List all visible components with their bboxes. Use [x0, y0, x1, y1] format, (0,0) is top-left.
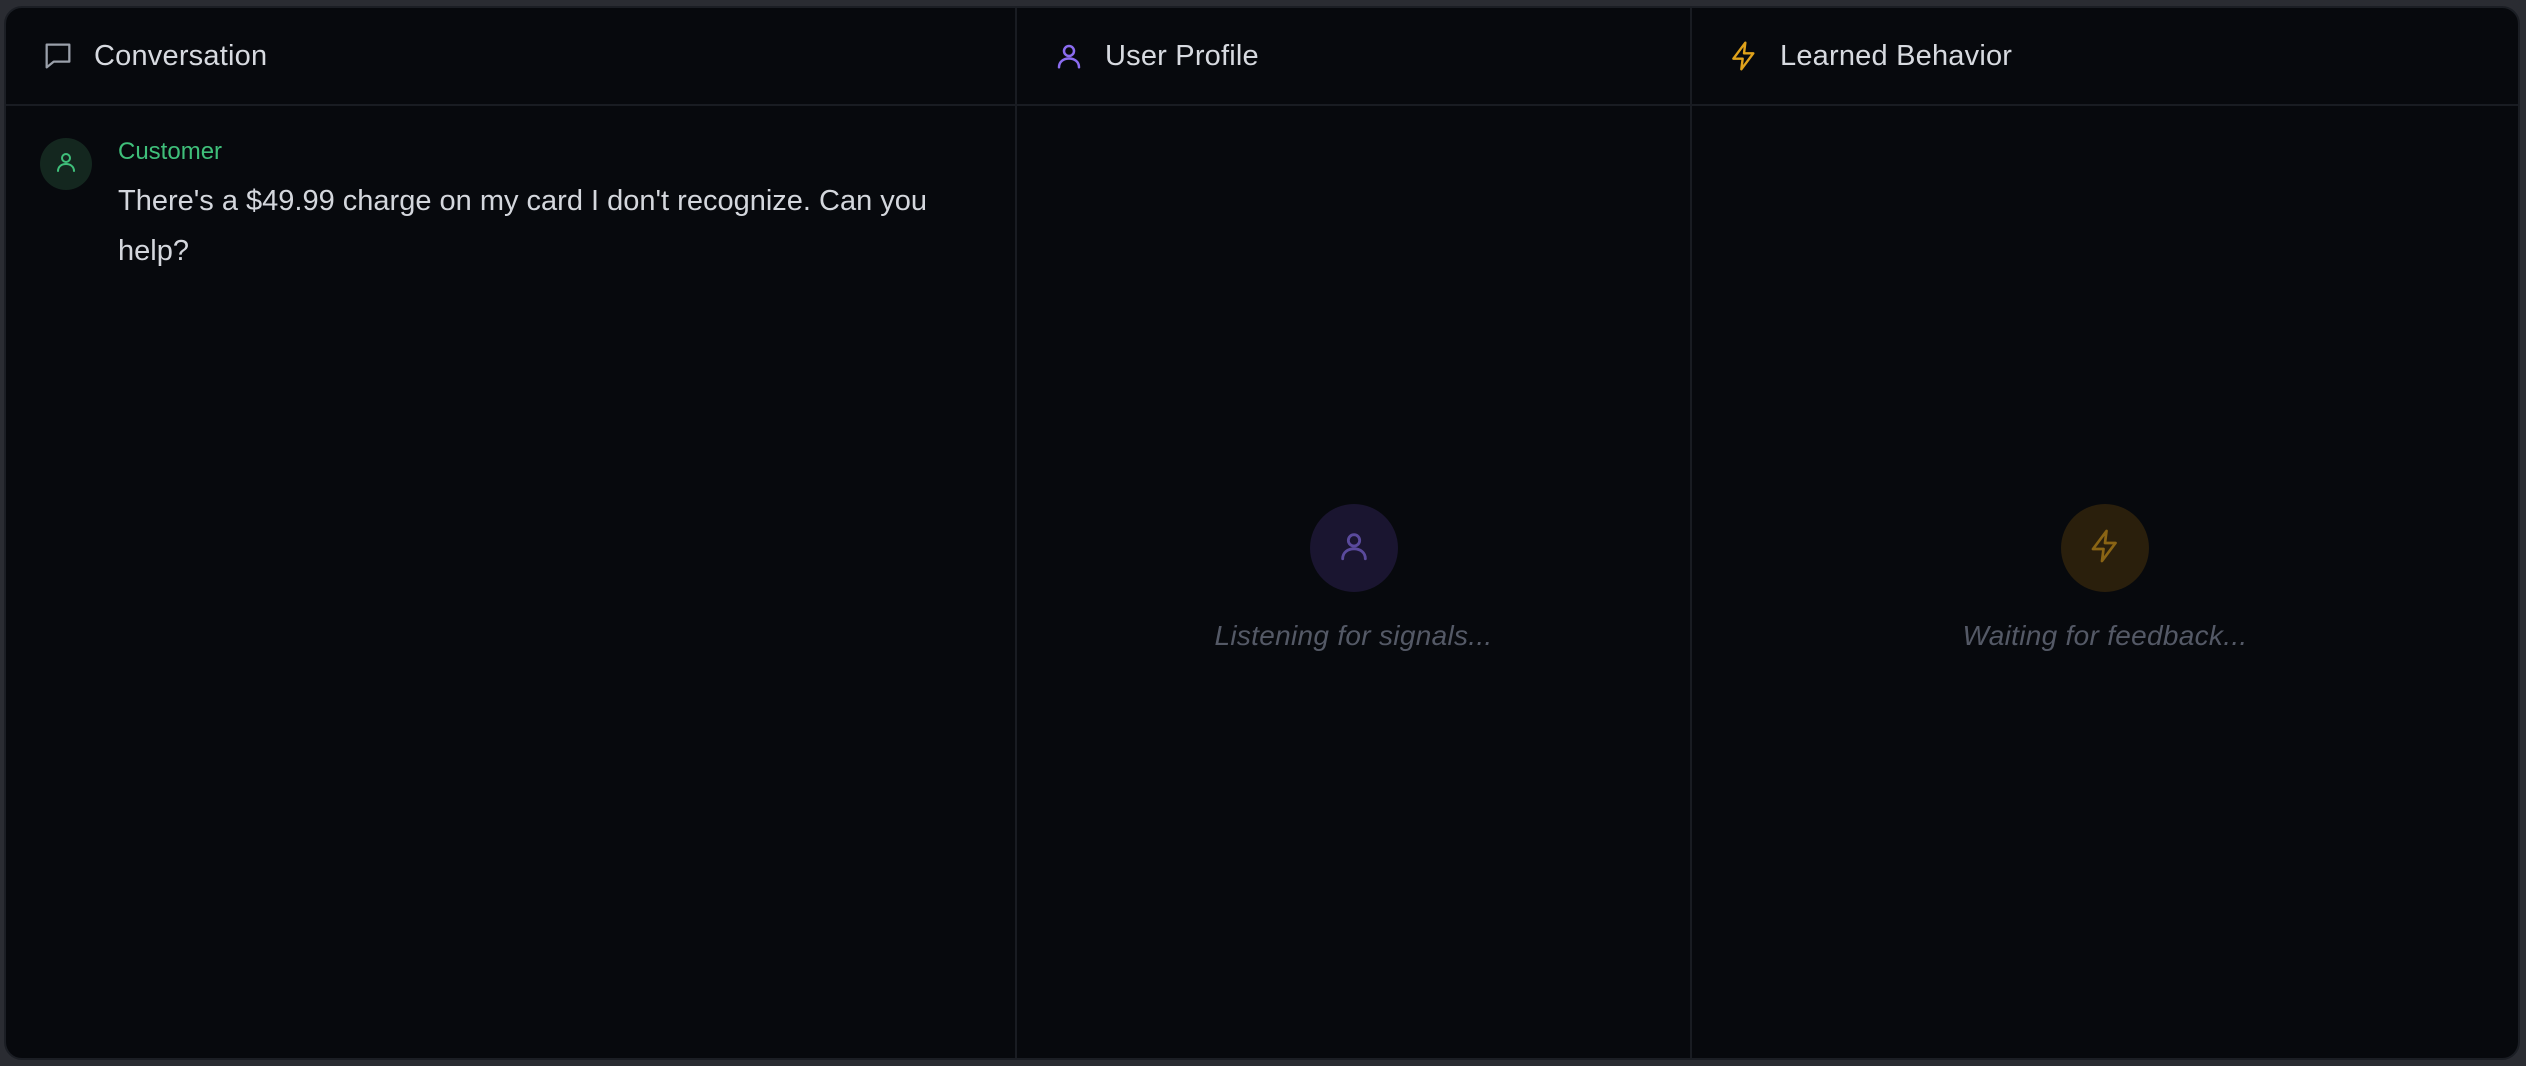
- learned-behavior-header: Learned Behavior: [1692, 8, 2518, 106]
- user-profile-title: User Profile: [1105, 39, 1259, 72]
- lightning-bolt-icon: [1726, 38, 1762, 74]
- chat-bubble-icon: [40, 38, 76, 74]
- learned-behavior-panel: Learned Behavior Waiting for feedback...: [1692, 8, 2518, 1058]
- app-frame: Conversation Customer There's a $49.99 c…: [4, 6, 2520, 1060]
- conversation-panel: Conversation Customer There's a $49.99 c…: [6, 8, 1017, 1058]
- customer-avatar: [40, 138, 92, 190]
- learned-behavior-title: Learned Behavior: [1780, 39, 2013, 72]
- empty-icon-badge: [2061, 504, 2149, 592]
- message-content: Customer There's a $49.99 charge on my c…: [118, 136, 958, 276]
- conversation-title: Conversation: [94, 39, 268, 72]
- message-sender: Customer: [118, 138, 223, 165]
- user-profile-panel: User Profile Listening for signals...: [1017, 8, 1692, 1058]
- conversation-header: Conversation: [6, 8, 1015, 106]
- empty-state-text: Listening for signals...: [1214, 620, 1493, 651]
- message-text: There's a $49.99 charge on my card I don…: [118, 185, 928, 267]
- lightning-bolt-icon: [2087, 528, 2123, 569]
- user-icon: [54, 150, 78, 179]
- empty-state-text: Waiting for feedback...: [1962, 620, 2248, 651]
- learned-behavior-empty-state: Waiting for feedback...: [1692, 504, 2518, 652]
- user-profile-body: Listening for signals...: [1017, 106, 1690, 1058]
- user-profile-header: User Profile: [1017, 8, 1690, 106]
- user-profile-empty-state: Listening for signals...: [1017, 504, 1690, 652]
- user-icon: [1051, 38, 1087, 74]
- user-icon: [1337, 529, 1371, 568]
- chat-message: Customer There's a $49.99 charge on my c…: [40, 136, 960, 276]
- learned-behavior-body: Waiting for feedback...: [1692, 106, 2518, 1058]
- empty-icon-badge: [1309, 504, 1398, 592]
- conversation-body: Customer There's a $49.99 charge on my c…: [6, 106, 1015, 1058]
